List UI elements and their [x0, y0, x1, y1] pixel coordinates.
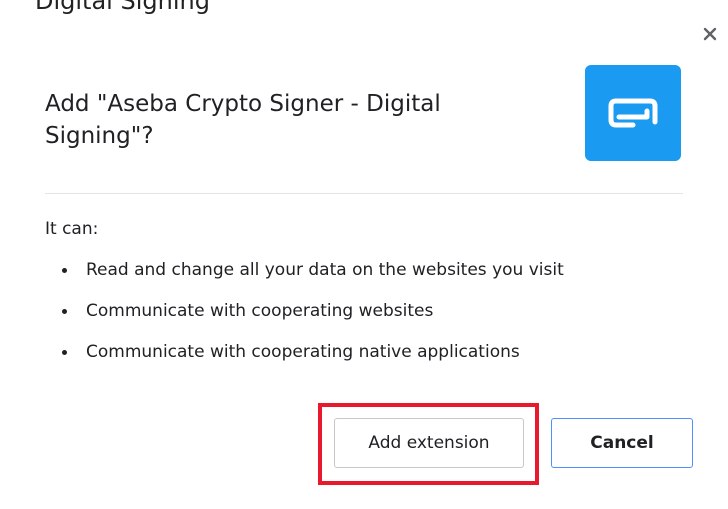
- background-text: Digital Signing: [35, 0, 210, 15]
- dialog-title: Add "Aseba Crypto Signer - Digital Signi…: [45, 91, 441, 149]
- background-page-fragment: Digital Signing: [0, 0, 220, 18]
- add-extension-button[interactable]: Add extension: [334, 418, 524, 468]
- permissions-heading: It can:: [45, 219, 99, 239]
- permission-item: Communicate with cooperating native appl…: [62, 340, 564, 381]
- permission-text: Communicate with cooperating websites: [86, 301, 434, 321]
- permission-item: Read and change all your data on the web…: [62, 258, 564, 299]
- aseba-logo-icon: [608, 98, 658, 128]
- add-extension-dialog: Digital Signing Add "Aseba Crypto Signer…: [0, 0, 728, 509]
- extension-logo: [585, 65, 681, 161]
- cancel-button[interactable]: Cancel: [551, 418, 693, 468]
- permission-item: Communicate with cooperating websites: [62, 299, 564, 340]
- close-button[interactable]: [700, 24, 720, 44]
- permissions-list: Read and change all your data on the web…: [62, 258, 564, 381]
- close-icon: [703, 27, 717, 41]
- bullet-icon: [62, 268, 67, 273]
- bullet-icon: [62, 350, 67, 355]
- divider: [45, 193, 683, 194]
- permission-text: Read and change all your data on the web…: [86, 260, 564, 280]
- bullet-icon: [62, 309, 67, 314]
- permission-text: Communicate with cooperating native appl…: [86, 342, 520, 362]
